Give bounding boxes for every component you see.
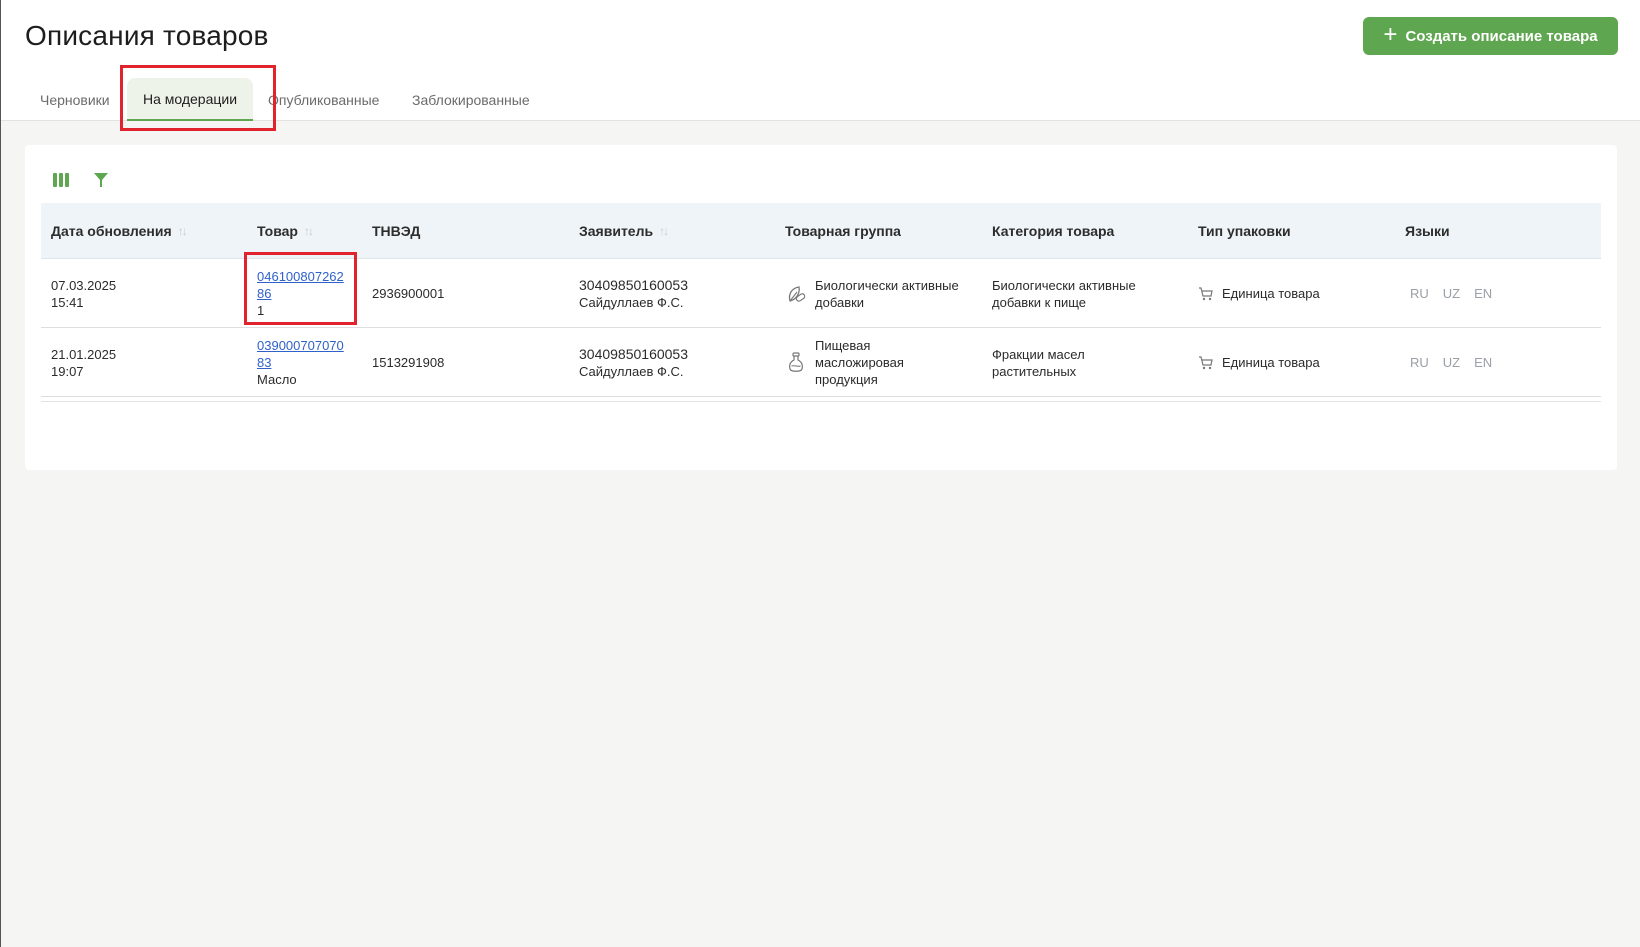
sort-icon: ↑↓: [659, 224, 669, 238]
languages-cell: RU UZ EN: [1410, 259, 1492, 328]
table-header: Дата обновления ↑↓ Товар ↑↓ ТНВЭД Заявител…: [41, 203, 1601, 259]
category-cell: Биологически активные добавки к пище: [992, 277, 1136, 310]
window-edge: [0, 0, 1, 947]
header-applicant[interactable]: Заявитель ↑↓: [579, 203, 669, 259]
category-cell: Фракции масел растительных: [992, 346, 1085, 379]
lang-uz[interactable]: UZ: [1443, 285, 1460, 302]
header-packaging: Тип упаковки: [1198, 223, 1291, 239]
packaging-cell: Единица товара: [1198, 259, 1320, 328]
tab-moderation[interactable]: На модерации: [127, 78, 253, 121]
lang-en[interactable]: EN: [1474, 354, 1492, 371]
date-cell: 21.01.2025 19:07: [51, 346, 117, 379]
header-tnved: ТНВЭД: [372, 223, 421, 239]
lang-ru[interactable]: RU: [1410, 285, 1429, 302]
applicant-cell: 30409850160053 Сайдуллаев Ф.С.: [579, 345, 689, 379]
table-row[interactable]: 07.03.2025 15:41 046100807262 86 1 293690…: [41, 259, 1601, 328]
table-row[interactable]: 21.01.2025 19:07 039000707070 83 Масло 15…: [41, 328, 1601, 397]
cart-icon: [1199, 286, 1213, 300]
lang-ru[interactable]: RU: [1410, 354, 1429, 371]
product-cell: 039000707070 83 Масло: [257, 328, 352, 397]
sort-icon: ↑↓: [303, 224, 314, 238]
filter-icon[interactable]: [91, 171, 111, 189]
leaf-pill-icon: [788, 285, 806, 302]
page-header: Описания товаров + Создать описание това…: [1, 0, 1640, 131]
header-category: Категория товара: [992, 223, 1115, 239]
group-cell: Биологически активные добавки: [785, 259, 981, 328]
tab-published[interactable]: Опубликованные: [268, 78, 379, 121]
plus-icon: +: [1383, 20, 1398, 48]
tnved-cell: 2936900001: [372, 286, 445, 301]
header-languages: Языки: [1405, 223, 1450, 239]
cart-icon: [1199, 355, 1213, 369]
product-cell: 046100807262 86 1: [257, 259, 352, 328]
columns-icon[interactable]: [51, 171, 71, 189]
packaging-cell: Единица товара: [1198, 328, 1320, 397]
sort-icon: ↑↓: [177, 224, 188, 238]
applicant-cell: 30409850160053 Сайдуллаев Ф.С.: [579, 276, 689, 310]
header-product[interactable]: Товар ↑↓: [257, 203, 314, 259]
product-name: 1: [257, 303, 265, 318]
tab-blocked[interactable]: Заблокированные: [412, 78, 530, 121]
languages-cell: RU UZ EN: [1410, 328, 1492, 397]
lang-en[interactable]: EN: [1474, 285, 1492, 302]
product-code-link[interactable]: 046100807262 86: [257, 268, 352, 302]
group-cell: Пищевая масложировая продукция: [785, 328, 981, 397]
create-description-button[interactable]: + Создать описание товара: [1363, 17, 1618, 55]
product-code-link[interactable]: 039000707070 83: [257, 337, 352, 371]
lang-uz[interactable]: UZ: [1443, 354, 1460, 371]
header-group: Товарная группа: [785, 223, 901, 239]
oil-bottle-icon: [789, 351, 803, 372]
product-name: Масло: [257, 372, 297, 387]
header-date[interactable]: Дата обновления ↑↓: [51, 203, 188, 259]
create-button-label: Создать описание товара: [1405, 27, 1598, 45]
date-cell: 07.03.2025 15:41: [51, 277, 117, 310]
tnved-cell: 1513291908: [372, 355, 445, 370]
page-title: Описания товаров: [25, 20, 269, 51]
products-table: Дата обновления ↑↓ Товар ↑↓ ТНВЭД Заявител…: [41, 203, 1601, 397]
table-footer: [41, 401, 1601, 458]
tab-drafts[interactable]: Черновики: [40, 78, 110, 121]
products-card: Дата обновления ↑↓ Товар ↑↓ ТНВЭД Заявител…: [25, 145, 1617, 470]
